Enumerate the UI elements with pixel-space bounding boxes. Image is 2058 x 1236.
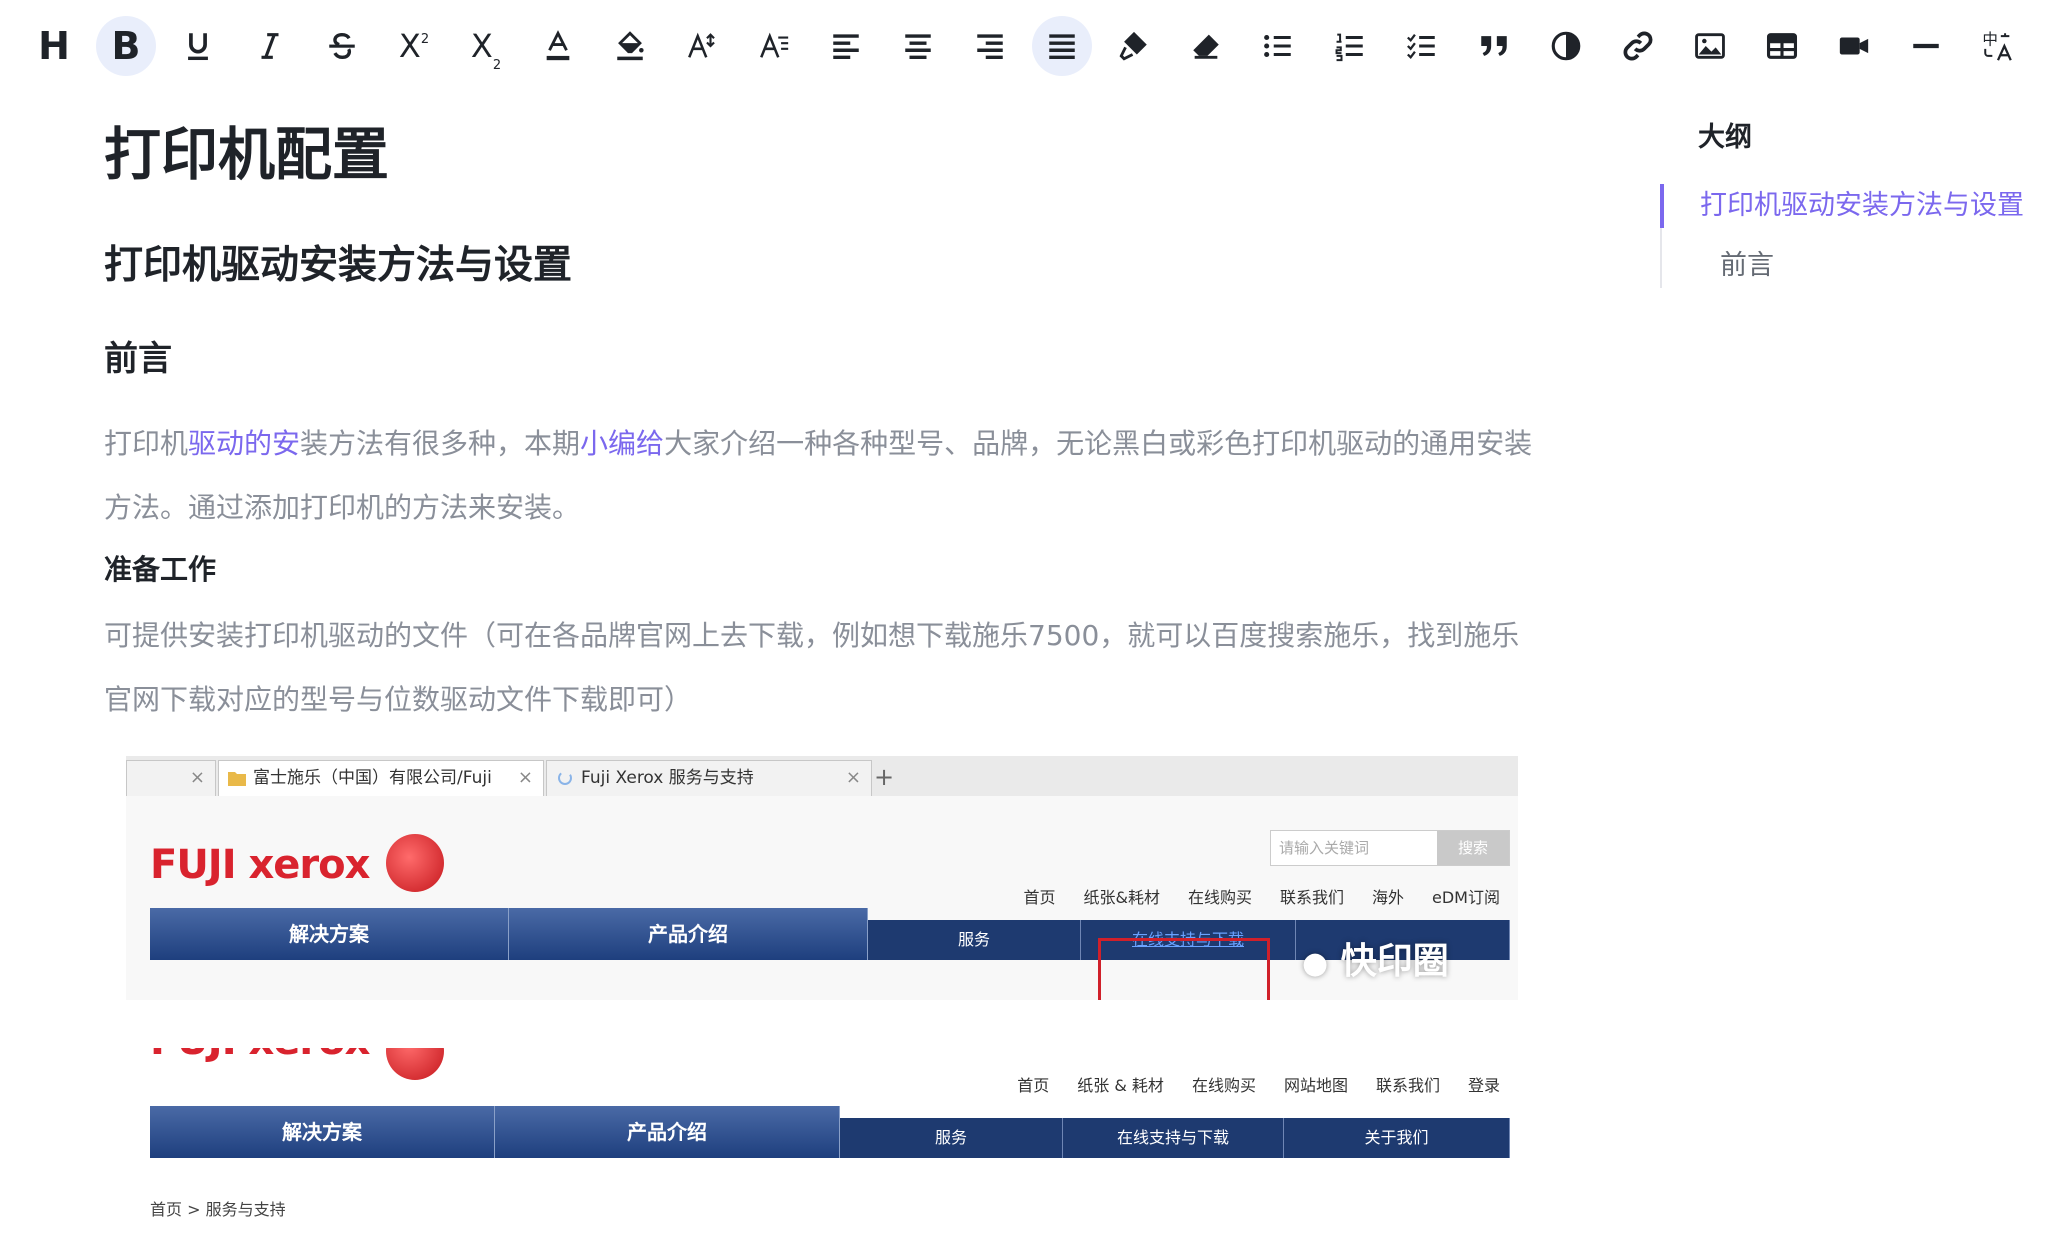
editor-toolbar: H B X2 X2 中 [0,0,2058,92]
task-list-button[interactable] [1392,16,1452,76]
subscript-button[interactable]: X2 [456,16,516,76]
wechat-icon: ● [1302,946,1329,981]
image-button[interactable] [1680,16,1740,76]
italic-icon [261,33,279,59]
loading-icon [558,771,572,785]
align-left-button[interactable] [816,16,876,76]
strikethrough-icon [329,32,355,60]
link-button[interactable] [1608,16,1668,76]
align-center-button[interactable] [888,16,948,76]
italic-button[interactable] [240,16,300,76]
font-size-increase-button[interactable] [672,16,732,76]
xerox-search-input: 请输入关键词 搜索 [1270,830,1510,866]
chevron-left-icon [2053,29,2058,63]
table-button[interactable] [1752,16,1812,76]
align-left-icon [833,34,859,60]
intro-text: 装方法有很多种，本期 [300,427,581,460]
eraser-icon [1193,34,1219,59]
browser-tab-strip: × 富士施乐（中国）有限公司/Fuji × Fuji Xerox 服务与支持 × + [126,756,1518,797]
bullet-list-icon [1264,34,1291,58]
video-button[interactable] [1824,16,1884,76]
outline-item-preface[interactable]: 前言 [1720,244,1774,288]
xerox-search-button: 搜索 [1437,831,1509,865]
embedded-screenshot-xerox-support[interactable]: FUJI xerox 首页 纸张 & 耗材 在线购买 网站地图 联系我们 登录 … [126,1048,1518,1236]
preparation-heading: 准备工作 [104,553,217,586]
folder-icon [228,772,246,786]
ordered-list-button[interactable] [1320,16,1380,76]
format-painter-button[interactable] [1104,16,1164,76]
browser-tab-xerox-support: Fuji Xerox 服务与支持 × [546,760,872,796]
watermark-text: ● 快印圈 [1302,941,1449,982]
more-button[interactable] [2040,16,2058,76]
ordered-list-icon [1335,33,1363,62]
svg-text:中: 中 [1982,31,1998,49]
preparation-paragraph: 可提供安装打印机驱动的文件（可在各品牌官网上去下载，例如想下载施乐7500，就可… [104,619,1520,716]
underline-button[interactable] [168,16,228,76]
page-title: 打印机配置 [104,122,389,188]
heading-icon: H [38,24,70,68]
align-justify-icon [1049,34,1075,60]
task-list-icon [1407,33,1435,60]
bold-icon: B [111,24,141,68]
horizontal-rule-icon [1913,43,1939,49]
video-icon [1839,37,1869,55]
horizontal-rule-button[interactable] [1896,16,1956,76]
intro-link-editor[interactable]: 小编给 [580,427,664,460]
xerox-logo: FUJI xerox [150,842,370,888]
bold-button[interactable]: B [96,16,156,76]
align-right-icon [977,34,1003,60]
align-right-button[interactable] [960,16,1020,76]
document-body[interactable]: 打印机配置 打印机驱动安装方法与设置 前言 打印机驱动的安装方法有很多种，本期小… [104,110,1544,716]
browser-tab-previous: × [126,760,216,796]
superscript-icon: X2 [398,27,430,65]
strikethrough-button[interactable] [312,16,372,76]
xerox-logo-cropped: FUJI xerox [150,1048,370,1064]
outline-title: 大纲 [1698,122,1752,153]
embedded-screenshot-xerox-home[interactable]: × 富士施乐（中国）有限公司/Fuji × Fuji Xerox 服务与支持 × +… [126,756,1518,1000]
browser-tab-xerox-china: 富士施乐（中国）有限公司/Fuji × [218,760,544,796]
xerox-main-nav: 解决方案 产品介绍 服务 在线支持与下载 关于我们 [150,1106,1510,1158]
outline-active-indicator [1660,184,1664,228]
xerox-globe-icon [386,1048,444,1080]
subscript-icon: X2 [470,27,502,73]
new-tab-icon: + [874,763,895,791]
align-center-icon [905,34,931,60]
paint-bucket-icon [617,31,644,61]
highlight-box [1098,938,1270,1000]
translate-button[interactable]: 中 [1968,16,2028,76]
font-color-icon [546,30,570,61]
bullet-list-button[interactable] [1248,16,1308,76]
breadcrumb: 首页 > 服务与支持 [150,1200,286,1219]
outline-item-driver-install[interactable]: 打印机驱动安装方法与设置 [1700,184,2024,228]
xerox-top-links: 首页 纸张 & 耗材 在线购买 网站地图 联系我们 登录 [1017,1076,1500,1095]
outline-panel: 大纲 打印机驱动安装方法与设置 前言 [1660,110,2058,288]
translate-icon: 中 [1982,31,2012,61]
table-icon [1766,33,1798,59]
quote-icon [1481,36,1507,56]
blockquote-button[interactable] [1464,16,1524,76]
font-size-icon [688,32,715,58]
underline-icon [188,33,208,61]
xerox-globe-icon [386,834,444,892]
xerox-header: FUJI xerox 请输入关键词 搜索 首页 纸张&耗材 在线购买 联系我们 海… [126,796,1518,1000]
line-height-button[interactable] [744,16,804,76]
xerox-top-links: 首页 纸张&耗材 在线购买 联系我们 海外 eDM订阅 [1023,888,1500,907]
code-button[interactable] [1536,16,1596,76]
intro-paragraph: 打印机驱动的安装方法有很多种，本期小编给大家介绍一种各种型号、品牌，无论黑白或彩… [104,412,1544,540]
highlight-button[interactable] [600,16,660,76]
link-icon [1623,31,1653,61]
contrast-icon [1551,31,1581,61]
section-heading: 打印机驱动安装方法与设置 [104,243,573,288]
align-justify-button[interactable] [1032,16,1092,76]
heading-button[interactable]: H [24,16,84,76]
font-color-button[interactable] [528,16,588,76]
intro-link-driver[interactable]: 驱动的安 [188,427,300,460]
line-height-icon [760,32,789,58]
superscript-button[interactable]: X2 [384,16,444,76]
format-painter-icon [1119,31,1147,61]
intro-text: 打印机 [104,427,189,460]
subsection-heading: 前言 [104,339,172,379]
clear-format-button[interactable] [1176,16,1236,76]
image-icon [1695,33,1725,59]
